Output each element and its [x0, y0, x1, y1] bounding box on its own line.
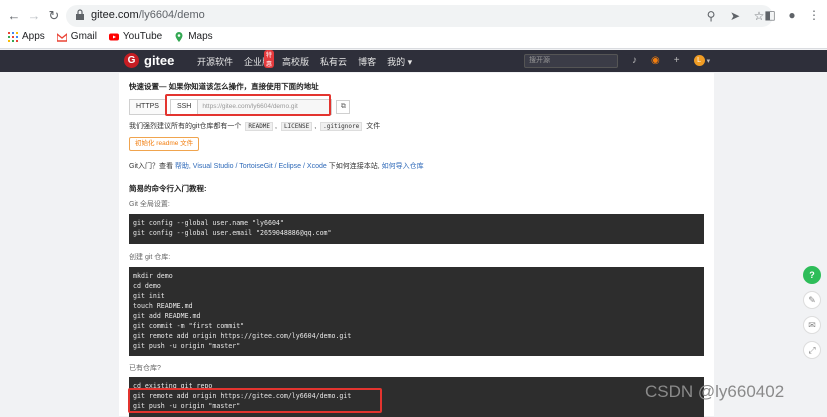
init-readme-button[interactable]: 初始化 readme 文件 [129, 137, 200, 151]
quick-setup-heading: 快速设置— 如果你知道该怎么操作，直接使用下面的地址 [129, 82, 319, 91]
nav-item-blog[interactable]: 博客 [358, 55, 376, 68]
bookmark-maps[interactable]: Maps [174, 31, 213, 42]
gitee-navbar: G gitee 开源软件 企业版 特惠 高校版 私有云 博客 我的 ▾ 搜开源 ♪… [0, 50, 827, 72]
promo-badge: 特惠 [264, 50, 275, 68]
share-icon[interactable]: ➤ [727, 8, 743, 24]
import-repo-link[interactable]: 如何导入仓库 [380, 163, 424, 170]
back-button[interactable]: ← [6, 8, 22, 24]
code-icon[interactable]: ◉ [651, 55, 660, 66]
bookmark-label: Apps [22, 31, 45, 42]
maps-icon [175, 31, 183, 42]
bookmark-label: Gmail [70, 31, 97, 42]
tutorial-heading: 简易的命令行入门教程: [129, 184, 207, 193]
git-intro-prefix: Git入门？查看 [129, 163, 175, 170]
gitee-nav-menu: 开源软件 企业版 特惠 高校版 私有云 博客 我的 ▾ [197, 50, 412, 68]
menu-icon[interactable]: ⋮ [807, 8, 821, 22]
bookmark-label: YouTube [122, 31, 163, 42]
global-setup-label: Git 全局设置: [129, 201, 170, 208]
recommend-suffix: 文件 [366, 123, 381, 130]
tools-link[interactable]: , Visual Studio / TortoiseGit / Eclipse … [189, 163, 327, 170]
profile-icon[interactable]: ● [785, 8, 799, 22]
https-button[interactable]: HTTPS [129, 99, 166, 115]
bookmark-youtube[interactable]: YouTube [108, 31, 163, 42]
reload-button[interactable]: ↻ [46, 8, 62, 24]
chevron-down-icon: ▾ [706, 57, 711, 65]
highlight-box-url [165, 94, 331, 116]
nav-buttons: ← → ↻ [6, 8, 62, 24]
browser-chrome: ← → ↻ gitee.com/ly6604/demo ⚲ ➤ ☆ ◧ ● ⋮ … [0, 0, 827, 49]
git-intro-text: Git入门？查看 帮助, Visual Studio / TortoiseGit… [129, 161, 424, 171]
bookmark-apps[interactable]: Apps [8, 31, 45, 42]
git-connect-text: 下如何连接本站, [326, 163, 380, 170]
youtube-icon [108, 33, 119, 40]
chevron-down-icon: ▾ [407, 57, 413, 67]
csdn-watermark: CSDN @ly660402 [645, 382, 785, 401]
address-bar[interactable]: gitee.com/ly6604/demo ⚲ ➤ ☆ [66, 5, 773, 27]
search-icon[interactable]: ⚲ [703, 8, 719, 24]
floating-toolbar: ? ✎ ✉ ⤢ [803, 266, 821, 359]
forward-button[interactable]: → [26, 8, 42, 24]
help-link[interactable]: 帮助 [175, 163, 189, 170]
lock-icon [76, 9, 84, 20]
repo-empty-page: 快速设置— 如果你知道该怎么操作，直接使用下面的地址 HTTPS SSH htt… [119, 73, 714, 417]
sidepanel-icon[interactable]: ◧ [763, 8, 777, 22]
help-icon[interactable]: ? [803, 266, 821, 284]
url-text: gitee.com/ly6604/demo [91, 9, 205, 21]
avatar: L [693, 55, 705, 66]
gmail-icon [56, 32, 67, 42]
nav-item-enterprise[interactable]: 企业版 特惠 [244, 50, 275, 68]
gitee-logo-text: gitee [144, 53, 175, 68]
create-repo-code: mkdir demo cd demo git init touch README… [129, 267, 704, 356]
highlight-box-commands [128, 388, 382, 413]
notification-icon[interactable]: ♪ [632, 55, 637, 66]
apps-grid-icon [8, 31, 18, 42]
nav-item-label: 我的 [387, 57, 406, 67]
edit-icon[interactable]: ✎ [803, 291, 821, 309]
copy-icon[interactable]: ⧉ [336, 100, 351, 114]
global-setup-code: git config --global user.name "ly6604" g… [129, 214, 704, 244]
license-tag: LICENSE [280, 122, 313, 131]
url-path: /ly6604/demo [138, 9, 205, 21]
gitignore-tag: .gitignore [320, 122, 363, 131]
recommend-prefix: 我们强烈建议所有的git仓库都有一个 [129, 123, 242, 130]
readme-tag: README [245, 122, 274, 131]
bookmark-label: Maps [188, 31, 213, 42]
nav-item-education[interactable]: 高校版 [282, 55, 309, 68]
gitee-logo-icon: G [124, 53, 139, 68]
url-host: gitee.com [91, 9, 139, 21]
nav-item-opensource[interactable]: 开源软件 [197, 55, 233, 68]
add-icon[interactable]: + [674, 55, 680, 66]
expand-icon[interactable]: ⤢ [803, 341, 821, 359]
comment-icon[interactable]: ✉ [803, 316, 821, 334]
gitee-logo[interactable]: G gitee [124, 53, 174, 68]
nav-item-mine[interactable]: 我的 ▾ [387, 55, 412, 68]
nav-item-private-cloud[interactable]: 私有云 [320, 55, 347, 68]
bookmark-gmail[interactable]: Gmail [56, 31, 97, 42]
create-repo-label: 创建 git 仓库: [129, 254, 171, 261]
bookmarks-bar: Apps Gmail YouTube Maps [8, 31, 213, 42]
existing-repo-label: 已有仓库? [129, 365, 161, 372]
recommend-text: 我们强烈建议所有的git仓库都有一个 README, LICENSE, .git… [129, 122, 381, 131]
gitee-search-input[interactable]: 搜开源 [524, 54, 618, 68]
user-menu[interactable]: L ▾ [693, 55, 711, 66]
